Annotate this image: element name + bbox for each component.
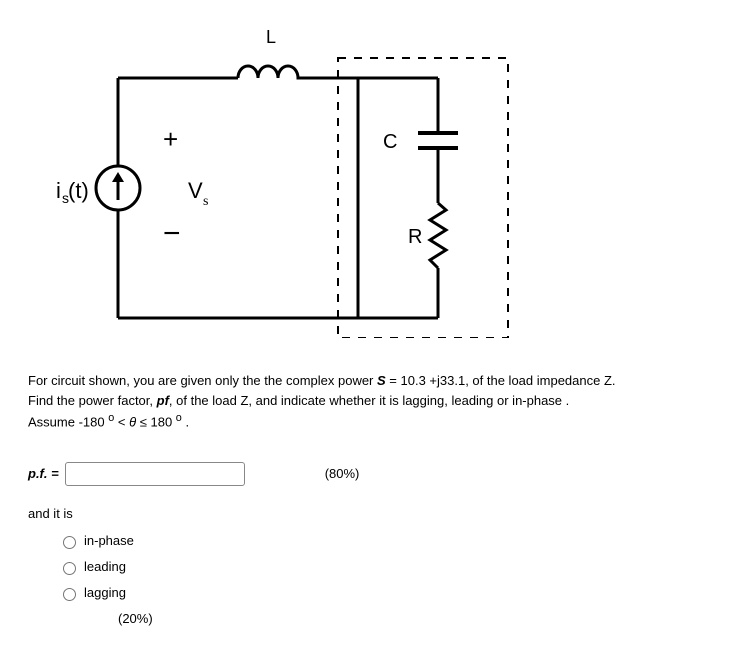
source-label: i (56, 178, 61, 203)
inductor-label: L (266, 28, 276, 47)
pf-input[interactable] (65, 462, 245, 486)
pf-label: p.f. = (28, 466, 59, 481)
source-label-t: (t) (68, 178, 89, 203)
radio-lagging-label: lagging (84, 585, 126, 600)
capacitor-label: C (383, 131, 397, 153)
minus-sign: − (163, 217, 181, 250)
radio-group: in-phase leading lagging (58, 533, 717, 601)
circuit-svg: L i s (t) + − V s C (48, 28, 548, 338)
pf-answer-row: p.f. = (80%) (28, 462, 717, 486)
circuit-diagram: L i s (t) + − V s C (48, 28, 717, 341)
voltage-label-sub: s (203, 194, 208, 209)
radio-lagging-input[interactable] (63, 588, 76, 601)
voltage-label: V (188, 178, 203, 203)
radio-lagging[interactable]: lagging (58, 585, 717, 601)
radio-in-phase-input[interactable] (63, 536, 76, 549)
radio-leading-input[interactable] (63, 562, 76, 575)
question-text: For circuit shown, you are given only th… (28, 371, 717, 432)
plus-sign: + (163, 124, 178, 154)
percent-20: (20%) (118, 611, 717, 626)
percent-80: (80%) (325, 466, 360, 481)
radio-leading-label: leading (84, 559, 126, 574)
radio-leading[interactable]: leading (58, 559, 717, 575)
radio-in-phase[interactable]: in-phase (58, 533, 717, 549)
resistor-label: R (408, 226, 422, 248)
radio-in-phase-label: in-phase (84, 533, 134, 548)
and-it-is-label: and it is (28, 506, 717, 521)
